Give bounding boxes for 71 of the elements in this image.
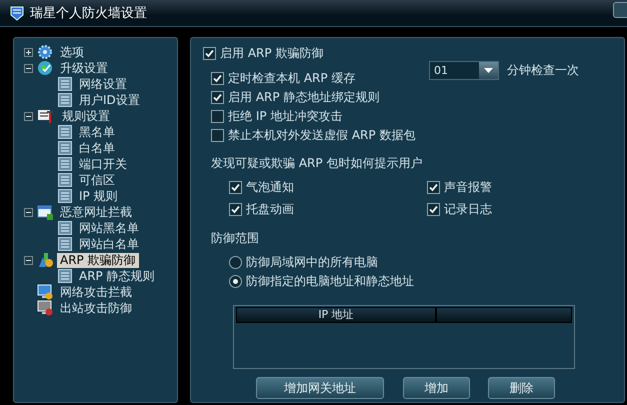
expander-icon[interactable] <box>24 48 33 56</box>
checkbox-label: 气泡通知 <box>246 178 294 196</box>
checkbox[interactable] <box>203 47 216 60</box>
page-icon <box>58 125 72 139</box>
checkbox[interactable] <box>211 91 224 104</box>
checkbox[interactable] <box>229 202 242 216</box>
action-button[interactable]: 增加网关地址 <box>256 377 384 399</box>
tree-item[interactable]: 网站黑名单 <box>76 220 142 236</box>
caret-icon <box>484 68 493 73</box>
checkbox[interactable] <box>427 202 440 216</box>
tree-item[interactable]: 规则设置 <box>59 108 113 124</box>
gear-icon <box>37 44 53 60</box>
tree-item[interactable]: ARP 欺骗防御 <box>57 252 139 268</box>
monitor-icon <box>37 284 53 300</box>
checkbox-label: 声音报警 <box>444 178 492 196</box>
page-icon <box>58 93 72 107</box>
checkbox-label: 记录日志 <box>444 200 492 218</box>
section-heading: 发现可疑或欺骗 ARP 包时如何提示用户 <box>211 155 424 172</box>
checkbox-label: 启用 ARP 静态地址绑定规则 <box>228 89 380 106</box>
tree-item[interactable]: 可信区 <box>76 172 118 188</box>
page-icon <box>58 221 72 235</box>
expander-icon[interactable] <box>24 64 33 72</box>
interval-label: 分钟检查一次 <box>507 62 579 79</box>
page-icon <box>58 141 72 155</box>
expander-icon[interactable] <box>24 208 33 216</box>
tree-item[interactable]: 恶意网址拦截 <box>57 204 135 220</box>
expander-icon[interactable] <box>24 112 33 120</box>
tree-item[interactable]: 网络设置 <box>76 76 130 92</box>
expander-icon[interactable] <box>24 256 33 264</box>
checkbox-label: 托盘动画 <box>246 200 294 218</box>
radio-button[interactable] <box>229 256 242 269</box>
tree-item[interactable]: 端口开关 <box>76 156 130 172</box>
page-icon <box>58 77 72 91</box>
tree-item[interactable]: ARP 静态规则 <box>76 268 158 284</box>
checkbox[interactable] <box>211 129 224 142</box>
checkbox[interactable] <box>211 72 224 85</box>
checkbox[interactable] <box>211 110 224 123</box>
interval-dropdown[interactable]: 01 <box>429 61 499 80</box>
tree-item[interactable]: 网络攻击拦截 <box>57 284 135 300</box>
tree-item[interactable]: 黑名单 <box>76 124 118 140</box>
checkbox-label: 禁止本机对外发送虚假 ARP 数据包 <box>228 127 416 144</box>
tree-item[interactable]: IP 规则 <box>76 188 121 204</box>
tree-item[interactable]: 用户ID设置 <box>76 92 143 108</box>
radio-label: 防御局域网中的所有电脑 <box>246 254 378 271</box>
monitor-icon <box>37 300 53 316</box>
window-title: 瑞星个人防火墙设置 <box>30 5 147 22</box>
page-icon <box>58 237 72 251</box>
radio-label: 防御指定的电脑地址和静态地址 <box>246 273 414 290</box>
action-button[interactable]: 增加 <box>403 377 470 399</box>
tree-item[interactable]: 升级设置 <box>57 60 111 76</box>
shield-icon <box>10 6 24 20</box>
section-heading: 防御范围 <box>211 230 260 247</box>
radio-button[interactable] <box>229 275 242 288</box>
tree-item[interactable]: 选项 <box>57 44 87 60</box>
tree-item[interactable]: 白名单 <box>76 140 118 156</box>
page-icon <box>58 157 72 171</box>
page-icon <box>58 189 72 203</box>
tree-item[interactable]: 出站攻击防御 <box>57 300 135 316</box>
action-button[interactable]: 删除 <box>488 377 555 399</box>
tree-item[interactable]: 网站白名单 <box>76 236 142 252</box>
checkbox-label: 定时检查本机 ARP 缓存 <box>228 70 356 87</box>
page-icon <box>58 269 72 283</box>
checkbox-label: 拒绝 IP 地址冲突攻击 <box>228 108 342 125</box>
list-tool-icon <box>37 108 55 124</box>
checkbox[interactable] <box>229 180 242 194</box>
window-icon <box>37 204 53 220</box>
close-button[interactable] <box>613 2 627 18</box>
page-icon <box>58 173 72 187</box>
checkbox-label: 启用 ARP 欺骗防御 <box>220 45 324 62</box>
column-header[interactable]: IP 地址 <box>236 307 436 323</box>
checkbox[interactable] <box>427 180 440 194</box>
